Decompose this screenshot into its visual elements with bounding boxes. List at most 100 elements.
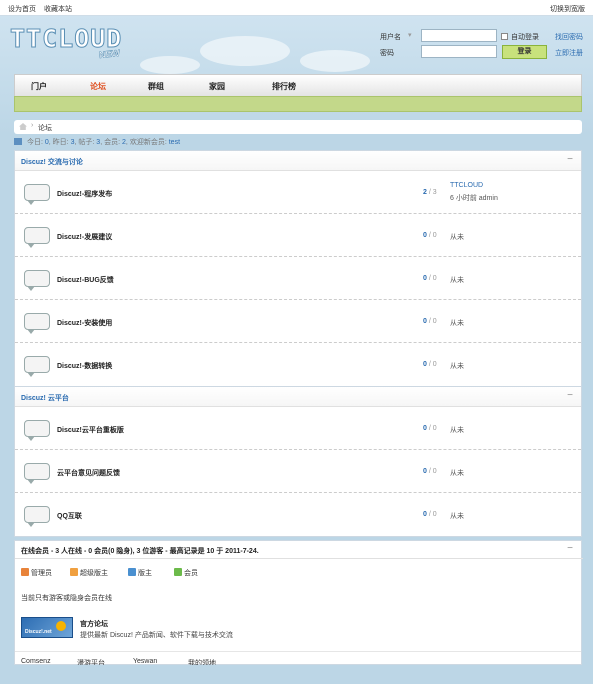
- stat-today-label: 今日:: [26, 139, 43, 146]
- forum-icon: [24, 227, 50, 248]
- stat-welcome-label: 欢迎新会员:: [129, 139, 167, 146]
- section-header: Discuz! 云平台 −: [15, 387, 581, 407]
- footer-band: [14, 665, 582, 684]
- username-arrow: ▾: [408, 32, 412, 39]
- switch-width-link[interactable]: 切换到宽版: [550, 4, 585, 14]
- set-home-link[interactable]: 设为首页: [8, 6, 36, 13]
- forum-name[interactable]: Discuz!-程序发布: [57, 189, 112, 199]
- online-note: 当前只有游客或隐身会员在线: [21, 595, 112, 602]
- friend-link[interactable]: Comsenz: [21, 658, 51, 665]
- section-title[interactable]: Discuz! 交流与讨论: [21, 157, 83, 167]
- forum-icon: [24, 313, 50, 334]
- find-password-link[interactable]: 找回密码: [555, 32, 583, 42]
- forum-icon: [24, 184, 50, 205]
- friend-links: Comsenz 漫游平台 Yeswan 我的领地: [15, 651, 581, 667]
- moderator-icon: [128, 568, 136, 576]
- stat-posts-label: 帖子:: [78, 139, 95, 146]
- forum-row: Discuz!-数据转换 0 / 0 从未: [15, 343, 581, 386]
- forum-counts: 0 / 0: [423, 425, 437, 432]
- top-links: 设为首页 收藏本站: [8, 4, 78, 14]
- forum-counts: 0 / 0: [423, 361, 437, 368]
- last-post: 从未: [450, 363, 464, 370]
- forum-row: Discuz!-安装使用 0 / 0 从未: [15, 300, 581, 343]
- nav-item-portal[interactable]: 门户: [31, 81, 47, 92]
- forum-section-discuz: Discuz! 交流与讨论 − Discuz!-程序发布 2 / 3 TTCLO…: [14, 150, 582, 387]
- forum-name[interactable]: QQ互联: [57, 511, 82, 521]
- forum-counts: 2 / 3: [423, 189, 437, 196]
- last-post: 从未: [450, 513, 464, 520]
- forum-section-cloud: Discuz! 云平台 − Discuz!云平台重板版 0 / 0 从未 云平台…: [14, 386, 582, 537]
- breadcrumb-current[interactable]: 论坛: [38, 123, 52, 133]
- super-moderator-icon: [70, 568, 78, 576]
- nav-item-ranking[interactable]: 排行榜: [272, 81, 296, 92]
- login-button[interactable]: 登录: [502, 45, 547, 59]
- forum-name[interactable]: Discuz!-安装使用: [57, 318, 112, 328]
- stat-members-label: 会员:: [104, 139, 121, 146]
- collapse-icon[interactable]: −: [567, 390, 573, 401]
- nav-item-groups[interactable]: 群组: [148, 81, 164, 92]
- last-post: 从未: [450, 277, 464, 284]
- bookmark-link[interactable]: 收藏本站: [44, 6, 72, 13]
- breadcrumb-separator: ›: [31, 122, 34, 129]
- discuz-banner[interactable]: Discuz!.net: [21, 617, 73, 638]
- last-post: 从未: [450, 320, 464, 327]
- forum-name[interactable]: Discuz!云平台重板版: [57, 425, 124, 435]
- legend-admin: 管理员: [21, 568, 52, 578]
- forum-icon: [24, 270, 50, 291]
- legend-member: 会员: [174, 568, 198, 578]
- online-header[interactable]: 在线会员 - 3 人在线 - 0 会员(0 隐身), 3 位游客 - 最高记录是…: [15, 546, 583, 559]
- online-members-panel: 在线会员 - 3 人在线 - 0 会员(0 隐身), 3 位游客 - 最高记录是…: [14, 540, 583, 667]
- forum-row: 云平台意见问题反馈 0 / 0 从未: [15, 450, 581, 493]
- cloud-decoration: [140, 56, 200, 74]
- forum-counts: 0 / 0: [423, 275, 437, 282]
- sub-nav-bar: [14, 96, 582, 112]
- forum-counts: 0 / 0: [423, 232, 437, 239]
- forum-name[interactable]: Discuz!-发展建议: [57, 232, 112, 242]
- forum-row: QQ互联 0 / 0 从未: [15, 493, 581, 536]
- auto-login-label[interactable]: 自动登录: [511, 32, 539, 42]
- last-post: 从未: [450, 427, 464, 434]
- forum-row: Discuz!-BUG反馈 0 / 0 从未: [15, 257, 581, 300]
- forum-counts: 0 / 0: [423, 468, 437, 475]
- nav-item-home[interactable]: 家园: [209, 81, 225, 92]
- section-header: Discuz! 交流与讨论 −: [15, 151, 581, 171]
- forum-icon: [24, 356, 50, 377]
- forum-row: Discuz!-发展建议 0 / 0 从未: [15, 214, 581, 257]
- forum-name[interactable]: Discuz!-BUG反馈: [57, 275, 114, 285]
- legend-super-mod: 超级版主: [70, 568, 108, 578]
- cloud-decoration: [200, 36, 290, 66]
- legend-mod: 版主: [128, 568, 152, 578]
- username-input[interactable]: [421, 29, 497, 42]
- collapse-icon[interactable]: −: [567, 154, 573, 165]
- auto-login-checkbox[interactable]: [501, 33, 508, 40]
- register-link[interactable]: 立即注册: [555, 48, 583, 58]
- forum-row: Discuz!-程序发布 2 / 3 TTCLOUD 6 小时前 admin: [15, 171, 581, 214]
- welcome-user-link[interactable]: test: [169, 139, 180, 146]
- breadcrumb: › 论坛: [14, 120, 582, 134]
- friend-link[interactable]: Yeswan: [133, 658, 157, 665]
- forum-icon: [24, 420, 50, 441]
- forum-name[interactable]: 云平台意见问题反馈: [57, 468, 120, 478]
- main-nav: 门户 论坛 群组 家园 排行榜: [14, 74, 582, 96]
- top-bar: 设为首页 收藏本站 切换到宽版: [0, 0, 593, 16]
- official-forum-title[interactable]: 官方论坛: [80, 619, 108, 629]
- last-post: 从未: [450, 470, 464, 477]
- forum-counts: 0 / 0: [423, 318, 437, 325]
- home-icon[interactable]: [19, 123, 27, 130]
- stat-yesterday-label: 昨日:: [52, 139, 69, 146]
- last-post-time: 6 小时前 admin: [450, 195, 498, 202]
- password-input[interactable]: [421, 45, 497, 58]
- admin-icon: [21, 568, 29, 576]
- forum-icon: [24, 463, 50, 484]
- forum-icon: [24, 506, 50, 527]
- last-post: 从未: [450, 234, 464, 241]
- nav-item-forum[interactable]: 论坛: [90, 81, 106, 92]
- cloud-decoration: [300, 50, 370, 72]
- collapse-icon[interactable]: −: [567, 543, 573, 554]
- forum-name[interactable]: Discuz!-数据转换: [57, 361, 112, 371]
- section-title[interactable]: Discuz! 云平台: [21, 393, 69, 403]
- forum-stats: 今日: 0, 昨日: 3, 帖子: 3, 会员: 2, 欢迎新会员: test: [14, 137, 180, 147]
- member-icon: [174, 568, 182, 576]
- last-post-title[interactable]: TTCLOUD: [450, 182, 483, 189]
- username-label: 用户名: [380, 34, 401, 41]
